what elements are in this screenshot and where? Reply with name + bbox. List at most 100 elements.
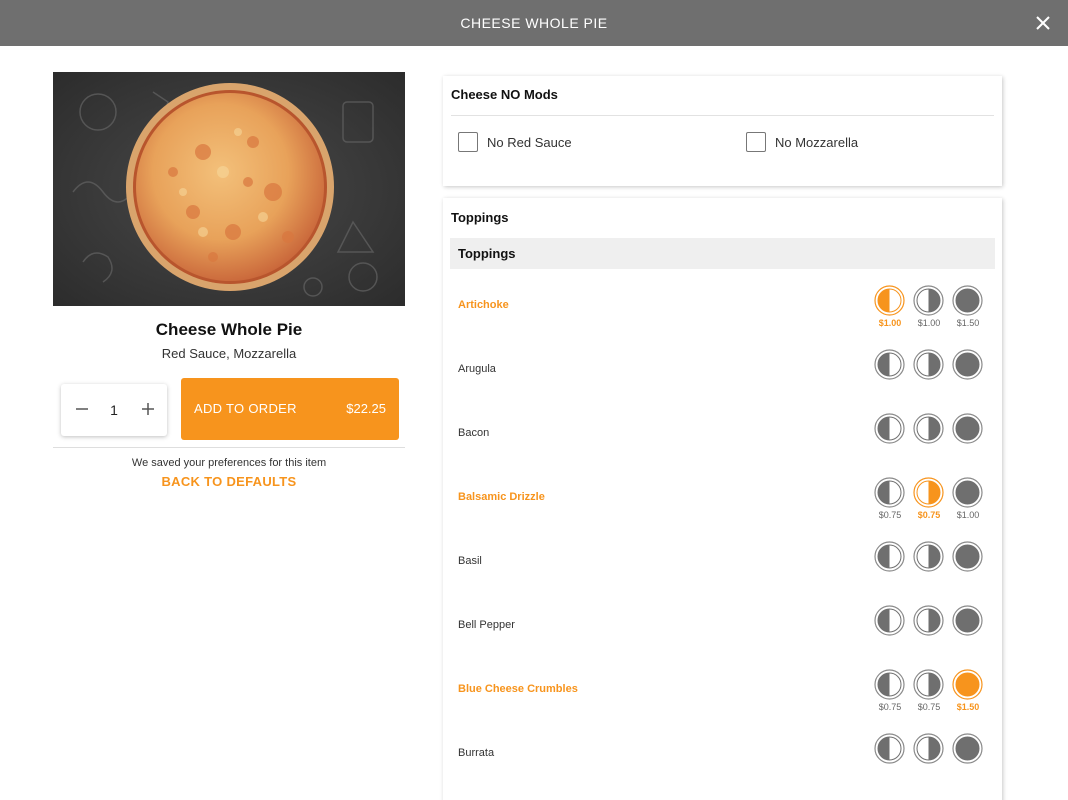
whole-portion-icon[interactable]: [952, 477, 983, 508]
mods-title: Cheese NO Mods: [451, 87, 558, 102]
divider: [53, 447, 405, 448]
order-price: $22.25: [346, 401, 386, 416]
topping-name[interactable]: Bacon: [458, 427, 489, 439]
item-name: Cheese Whole Pie: [155, 320, 303, 339]
portion-price: $0.75: [878, 702, 902, 712]
left-portion-icon[interactable]: [874, 541, 905, 572]
left-portion-icon[interactable]: [874, 477, 905, 508]
right-portion-icon[interactable]: [913, 541, 944, 572]
left-portion-icon[interactable]: [874, 605, 905, 636]
quantity-value: 1: [110, 402, 118, 418]
whole-portion-icon[interactable]: [952, 541, 983, 572]
portion-price: $1.00: [878, 318, 902, 328]
modal-title: CHEESE WHOLE PIE: [460, 15, 608, 31]
portion-option-whole[interactable]: [952, 349, 984, 380]
pizza-image: [53, 72, 405, 306]
topping-name[interactable]: Blue Cheese Crumbles: [458, 683, 578, 695]
topping-row: Arugula: [450, 341, 995, 405]
modal-header: CHEESE WHOLE PIE: [0, 0, 1068, 46]
toppings-title: Toppings: [451, 210, 509, 225]
portion-option-left[interactable]: [874, 733, 906, 764]
topping-name[interactable]: Burrata: [458, 747, 494, 759]
portion-option-left[interactable]: [874, 605, 906, 636]
back-to-defaults-link[interactable]: BACK TO DEFAULTS: [53, 474, 405, 489]
toppings-card: Toppings Toppings Artichoke $1.00 $1.00 $1.…: [443, 198, 1002, 800]
minus-icon[interactable]: [71, 398, 93, 420]
topping-row: Bacon: [450, 405, 995, 469]
mod-option-label: No Red Sauce: [487, 135, 572, 150]
whole-portion-icon[interactable]: [952, 349, 983, 380]
saved-preferences-note: We saved your preferences for this item: [131, 457, 327, 469]
portion-price: $0.75: [917, 702, 941, 712]
topping-name[interactable]: Basil: [458, 555, 482, 567]
left-portion-icon[interactable]: [874, 349, 905, 380]
portion-option-whole[interactable]: $1.50: [952, 285, 984, 328]
portion-option-whole[interactable]: [952, 733, 984, 764]
topping-row: Artichoke $1.00 $1.00 $1.50: [450, 277, 995, 341]
right-portion-icon[interactable]: [913, 477, 944, 508]
right-portion-icon[interactable]: [913, 349, 944, 380]
toppings-subheader: Toppings: [450, 238, 995, 269]
left-portion-icon[interactable]: [874, 733, 905, 764]
plus-icon[interactable]: [137, 398, 159, 420]
portion-option-right[interactable]: $0.75: [913, 477, 945, 520]
portion-option-left[interactable]: $1.00: [874, 285, 906, 328]
right-portion-icon[interactable]: [913, 605, 944, 636]
toppings-subheader-label: Toppings: [458, 246, 516, 261]
right-portion-icon[interactable]: [913, 413, 944, 444]
right-portion-icon[interactable]: [913, 669, 944, 700]
portion-option-right[interactable]: [913, 733, 945, 764]
whole-portion-icon[interactable]: [952, 669, 983, 700]
portion-option-left[interactable]: [874, 413, 906, 444]
portion-price: $0.75: [878, 510, 902, 520]
topping-row: Balsamic Drizzle $0.75 $0.75 $1.00: [450, 469, 995, 533]
add-to-order-label: ADD TO ORDER: [194, 401, 297, 416]
add-to-order-button[interactable]: ADD TO ORDER $22.25: [181, 378, 399, 440]
mods-card: Cheese NO Mods No Red Sauce No Mozzarell…: [443, 76, 1002, 186]
topping-row: Bell Pepper: [450, 597, 995, 661]
portion-option-left[interactable]: [874, 349, 906, 380]
topping-name[interactable]: Balsamic Drizzle: [458, 491, 545, 503]
right-portion-icon[interactable]: [913, 285, 944, 316]
topping-name[interactable]: Arugula: [458, 363, 496, 375]
whole-portion-icon[interactable]: [952, 733, 983, 764]
item-photo: [53, 72, 405, 306]
checkbox[interactable]: [458, 132, 478, 152]
left-portion-icon[interactable]: [874, 413, 905, 444]
portion-option-whole[interactable]: [952, 541, 984, 572]
topping-name[interactable]: Artichoke: [458, 299, 509, 311]
portion-option-right[interactable]: $0.75: [913, 669, 945, 712]
left-portion-icon[interactable]: [874, 669, 905, 700]
portion-price: $0.75: [917, 510, 941, 520]
whole-portion-icon[interactable]: [952, 285, 983, 316]
close-icon[interactable]: [1032, 12, 1054, 34]
portion-option-left[interactable]: $0.75: [874, 477, 906, 520]
portion-option-left[interactable]: $0.75: [874, 669, 906, 712]
whole-portion-icon[interactable]: [952, 605, 983, 636]
left-portion-icon[interactable]: [874, 285, 905, 316]
mod-option-label: No Mozzarella: [775, 135, 859, 150]
portion-option-whole[interactable]: $1.50: [952, 669, 984, 712]
portion-option-right[interactable]: $1.00: [913, 285, 945, 328]
portion-option-right[interactable]: [913, 541, 945, 572]
portion-option-whole[interactable]: [952, 605, 984, 636]
item-description: Red Sauce, Mozzarella: [161, 346, 297, 361]
checkbox[interactable]: [746, 132, 766, 152]
portion-option-left[interactable]: [874, 541, 906, 572]
topping-row: Basil: [450, 533, 995, 597]
whole-portion-icon[interactable]: [952, 413, 983, 444]
topping-name[interactable]: Bell Pepper: [458, 619, 515, 631]
portion-price: $1.50: [956, 702, 980, 712]
portion-option-whole[interactable]: [952, 413, 984, 444]
quantity-stepper: 1: [61, 384, 167, 436]
topping-row: Burrata: [450, 725, 995, 789]
portion-option-right[interactable]: [913, 349, 945, 380]
portion-option-whole[interactable]: $1.00: [952, 477, 984, 520]
portion-option-right[interactable]: [913, 605, 945, 636]
divider: [451, 115, 994, 116]
portion-price: $1.50: [956, 318, 980, 328]
portion-price: $1.00: [956, 510, 980, 520]
topping-row: Blue Cheese Crumbles $0.75 $0.75 $1.50: [450, 661, 995, 725]
right-portion-icon[interactable]: [913, 733, 944, 764]
portion-option-right[interactable]: [913, 413, 945, 444]
